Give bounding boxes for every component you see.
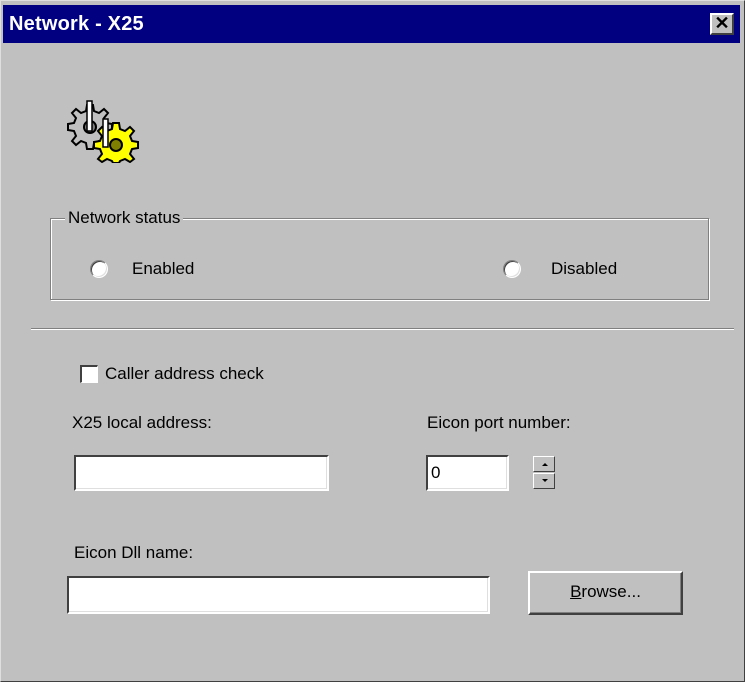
caller-address-check-label[interactable]: Caller address check xyxy=(105,363,264,385)
x25-local-address-label: X25 local address: xyxy=(72,413,212,432)
spin-up-button[interactable] xyxy=(533,456,555,472)
close-icon: ✕ xyxy=(714,13,730,33)
close-button[interactable]: ✕ xyxy=(710,13,734,35)
eicon-port-number-label: Eicon port number: xyxy=(427,413,571,432)
gears-icon xyxy=(67,100,139,163)
x25-local-address-input[interactable] xyxy=(74,455,329,491)
title-bar[interactable]: Network - X25 ✕ xyxy=(3,5,740,43)
arrow-up-icon xyxy=(542,463,548,466)
port-number-spinner[interactable] xyxy=(533,456,555,489)
browse-mnemonic: B xyxy=(570,582,582,601)
eicon-dll-name-label: Eicon Dll name: xyxy=(74,543,194,562)
arrow-down-icon xyxy=(542,479,548,482)
disabled-radio[interactable] xyxy=(503,260,521,278)
network-status-label: Network status xyxy=(65,207,184,229)
eicon-port-number-input[interactable] xyxy=(426,455,509,491)
eicon-dll-name-input[interactable] xyxy=(67,576,490,614)
enabled-radio[interactable] xyxy=(90,260,108,278)
enabled-radio-label[interactable]: Enabled xyxy=(132,258,194,280)
dialog-window: Network - X25 ✕ Network status Enabled D… xyxy=(0,0,745,682)
spin-down-button[interactable] xyxy=(533,473,555,489)
separator-line xyxy=(31,328,734,330)
window-title: Network - X25 xyxy=(9,13,144,35)
browse-label: rowse... xyxy=(581,582,641,601)
browse-button[interactable]: Browse... xyxy=(528,571,683,615)
disabled-radio-label[interactable]: Disabled xyxy=(551,258,617,280)
caller-address-check-checkbox[interactable] xyxy=(80,365,98,383)
